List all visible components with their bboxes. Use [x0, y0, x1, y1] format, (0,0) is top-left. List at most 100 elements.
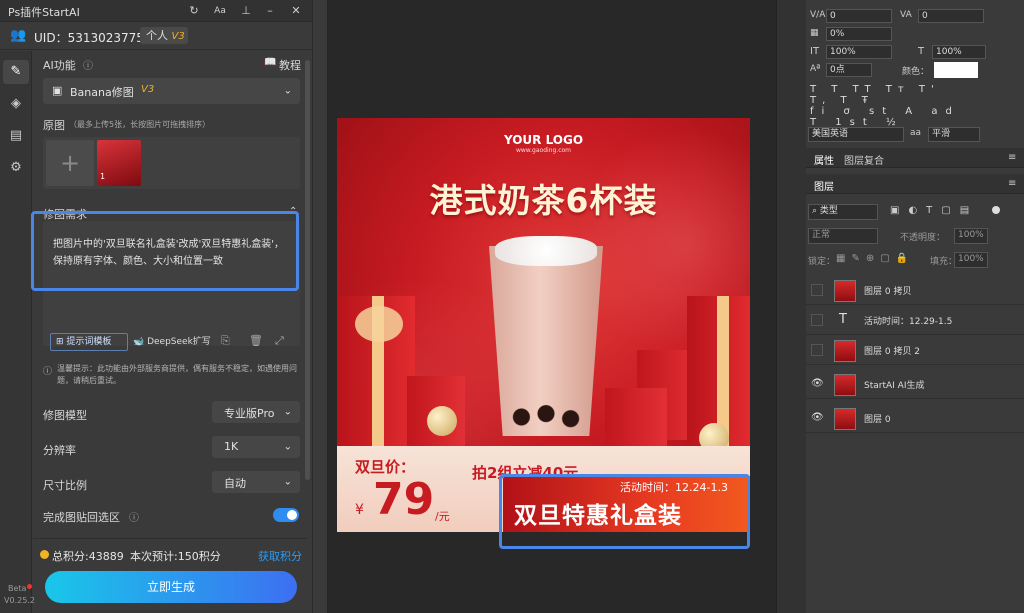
eye-icon[interactable]: 👁 [811, 378, 824, 390]
filter-toggle[interactable] [992, 206, 1000, 214]
plugin-content: AI功能 ⓘ 📖 教程 ▣ Banana修图 V3 ⌄ 原图 （最多上传5张，长… [31, 51, 307, 613]
uid-bar: 👥 UID：5313023775 个人 V3 [0, 22, 312, 50]
layer-name: 活动时间：12.29-1.5 [864, 317, 953, 327]
plan-label: 个人 [146, 29, 168, 42]
antialias-select[interactable]: 平滑 [928, 127, 980, 142]
layer-row[interactable]: 👁 StartAI AI生成 [806, 370, 1024, 399]
ai-function-select[interactable]: ▣ Banana修图 V3 ⌄ [43, 78, 300, 104]
panel-menu-icon[interactable]: ≡ [1008, 152, 1016, 163]
layer-filter-icons[interactable]: ▣◐T▢▤ [890, 205, 978, 216]
resolution-label: 分辨率 [43, 444, 76, 457]
visibility-toggle[interactable] [811, 314, 823, 326]
ai-function-label: AI功能 [43, 59, 76, 72]
blend-mode-select[interactable]: 正常 [808, 228, 878, 244]
font-size-icon[interactable]: Aa [212, 3, 228, 19]
estimate-points: 本次预计:150积分 [130, 550, 221, 563]
character-layers-panel: V/A 0 VA 0 ▦ 0% IT 100% T 100% Aª 0点 颜色：… [806, 0, 1024, 613]
language-select[interactable]: 美国英语 [808, 127, 904, 142]
tab-layers[interactable]: 图层 [814, 178, 834, 193]
search-icon: ⌕ [812, 206, 818, 216]
model-value: 专业版Pro [224, 407, 275, 420]
text-highlight-box [31, 211, 299, 291]
kerning-field[interactable]: 0 [826, 9, 892, 23]
color-swatch[interactable] [934, 62, 978, 78]
eye-icon[interactable]: 👁 [811, 412, 824, 424]
hscale-field[interactable]: 100% [932, 45, 986, 59]
ice-cubes [495, 236, 597, 266]
resolution-select[interactable]: 1K ⌄ [212, 436, 300, 458]
price-unit: /元 [435, 510, 450, 523]
add-image-button[interactable]: + [46, 140, 94, 186]
trash-icon[interactable]: 🗑 [249, 334, 263, 347]
source-hint: （最多上传5张，长按图片可拖拽排序） [69, 120, 211, 129]
info-icon[interactable]: ⓘ [129, 509, 139, 524]
poster-logo-sub: www.gaoding.com [515, 147, 572, 154]
deepseek-label: DeepSeek扩写 [147, 337, 211, 347]
minimize-icon[interactable]: – [262, 3, 278, 19]
tab-layer-comps[interactable]: 图层复合 [844, 152, 884, 167]
expand-icon[interactable]: ⤢ [275, 334, 284, 348]
beta-label: Beta [8, 584, 27, 593]
uid-text: UID：5313023775 [34, 31, 144, 45]
properties-tabbar: 属性 图层复合 ≡ [806, 148, 1024, 168]
layers-tabbar: 图层 ≡ [806, 174, 1024, 194]
plugin-title: Ps插件StartAI [8, 6, 80, 19]
model-label: 修图模型 [43, 409, 87, 422]
settings-icon[interactable]: ⚙ [8, 160, 24, 176]
layer-thumbnail [834, 408, 856, 430]
prompt-template-label: 提示词模板 [66, 337, 112, 347]
poster-logo: YOUR LOGO [503, 133, 584, 147]
lock-icons[interactable]: ▦✎⊕▢🔒 [836, 253, 914, 264]
tsume-field[interactable]: 0% [826, 27, 892, 41]
paste-back-toggle[interactable] [273, 508, 299, 522]
layer-row[interactable]: 图层 0 拷贝 2 [806, 336, 1024, 365]
ratio-value: 自动 [224, 477, 246, 490]
deepseek-button[interactable]: 🐋 DeepSeek扩写 [133, 333, 217, 351]
chevron-down-icon: ⌄ [283, 406, 292, 418]
resolution-value: 1K [224, 440, 239, 453]
pin-icon[interactable]: ⊥ [238, 3, 254, 19]
opacity-field[interactable]: 100% [954, 228, 988, 244]
baseline-field[interactable]: 0点 [826, 63, 872, 77]
plan-badge[interactable]: 个人 V3 [140, 27, 188, 44]
poster-image[interactable]: YOUR LOGO www.gaoding.com 港式奶茶6杯装 双旦价： ¥… [337, 118, 750, 532]
vscale-field[interactable]: 100% [826, 45, 892, 59]
close-icon[interactable]: ✕ [288, 3, 304, 19]
prompt-template-button[interactable]: ⊞ 提示词模板 [50, 333, 128, 351]
book-icon: 📖 [264, 57, 277, 68]
panel-menu-icon[interactable]: ≡ [1008, 178, 1016, 189]
refresh-icon[interactable]: ↻ [186, 3, 202, 19]
visibility-toggle[interactable] [811, 284, 823, 296]
text-style-buttons[interactable]: T T TT Tт T' T, T Ŧ [810, 84, 970, 106]
vertical-ruler [312, 0, 328, 613]
lock-label: 锁定： [808, 257, 836, 267]
source-thumbnail[interactable]: 1 [97, 140, 141, 186]
hscale-icon: T [918, 46, 925, 57]
history-icon[interactable]: ⎘ [221, 334, 230, 348]
baseline-icon: Aª [810, 64, 821, 74]
get-points-link[interactable]: 获取积分 [258, 548, 302, 564]
tab-properties[interactable]: 属性 [814, 152, 834, 167]
opentype-buttons[interactable]: fi σ st A ad T 1st ½ [810, 106, 970, 128]
color-label: 颜色： [902, 67, 930, 77]
visibility-toggle[interactable] [811, 344, 823, 356]
ratio-select[interactable]: 自动 ⌄ [212, 471, 300, 493]
layer-row[interactable]: 图层 0 拷贝 [806, 276, 1024, 305]
layer-row[interactable]: T 活动时间：12.29-1.5 [806, 306, 1024, 335]
info-icon[interactable]: ⓘ [83, 57, 93, 72]
tracking-field[interactable]: 0 [918, 9, 984, 23]
model-select[interactable]: 专业版Pro ⌄ [212, 401, 300, 423]
fill-field[interactable]: 100% [954, 252, 988, 268]
generate-button[interactable]: 立即生成 [45, 571, 297, 603]
template-icon: ⊞ [56, 337, 64, 347]
layers-icon[interactable]: ◈ [8, 96, 24, 112]
coin-icon [40, 550, 49, 559]
layer-row[interactable]: 👁 图层 0 [806, 404, 1024, 433]
layer-filter-select[interactable]: ⌕ 类型 [808, 204, 878, 220]
plugin-scrollbar[interactable] [305, 60, 310, 480]
edit-icon[interactable]: ✎ [8, 64, 24, 80]
filter-kind: 类型 [819, 206, 838, 216]
document-icon[interactable]: ▤ [8, 128, 24, 144]
tutorial-link[interactable]: 教程 [279, 57, 301, 73]
layer-thumbnail [834, 340, 856, 362]
